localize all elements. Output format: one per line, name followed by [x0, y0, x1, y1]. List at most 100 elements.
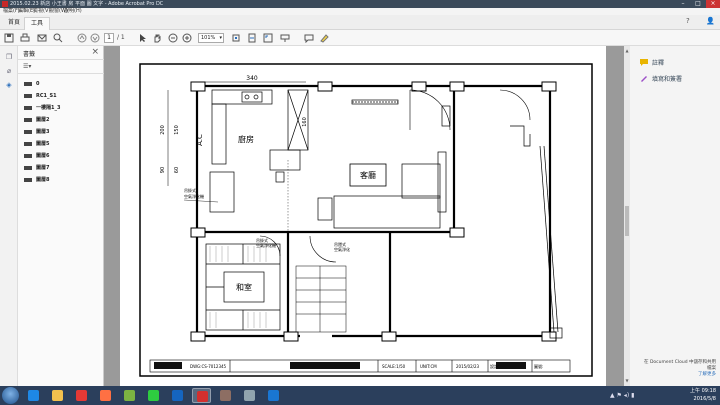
layer-visibility-icon[interactable] [24, 82, 32, 86]
title-drawing-label: 圖號: [534, 363, 543, 369]
menu-view[interactable]: 檢視(V) [33, 8, 50, 15]
zoom-in-icon[interactable] [182, 33, 192, 43]
layer-visibility-icon[interactable] [24, 178, 32, 182]
title-unit: UNIT:CM [420, 364, 437, 369]
taskbar-line-button[interactable] [144, 388, 163, 403]
taskbar-tool-button[interactable] [216, 388, 235, 403]
document-viewport[interactable]: 340 200 150 90 60 160 廚房 A.C 客廳 和室 吊掛式 空… [104, 46, 624, 386]
hand-tool-icon[interactable] [152, 33, 162, 43]
list-item[interactable]: 一樓隔1_3 [18, 102, 104, 114]
comment-icon[interactable] [304, 33, 314, 44]
title-date: 2015/02/23 [456, 364, 480, 369]
system-clock[interactable]: 上午 09:18 2016/5/8 [690, 387, 716, 404]
layer-visibility-icon[interactable] [24, 94, 32, 98]
list-item[interactable]: 圖層2 [18, 114, 104, 126]
tab-bar: 首頁 工具 ? 👤 [0, 15, 720, 30]
fill-sign-tool[interactable]: 填寫和簽署 [640, 74, 682, 83]
search-icon[interactable] [53, 33, 63, 43]
menu-help[interactable]: 說明(H) [64, 8, 82, 15]
keyboard-icon[interactable] [280, 33, 290, 43]
layer-visibility-icon[interactable] [24, 166, 32, 170]
taskbar-media-button[interactable] [120, 388, 139, 403]
options-menu-icon[interactable]: ☰▾ [23, 63, 31, 70]
layer-visibility-icon[interactable] [24, 154, 32, 158]
attachments-icon[interactable]: ⌀ [4, 66, 14, 76]
page-thumbnails-icon[interactable]: ❐ [4, 52, 14, 62]
fill-sign-icon [640, 75, 648, 82]
prev-page-icon[interactable] [77, 33, 87, 43]
tab-tools[interactable]: 工具 [24, 17, 51, 30]
layer-visibility-icon[interactable] [24, 130, 32, 134]
tab-home[interactable]: 首頁 [2, 17, 26, 30]
panel-header: 書籤 × [18, 46, 104, 60]
list-item[interactable]: 圖層3 [18, 126, 104, 138]
title-designer-label: 設計: [490, 363, 499, 369]
list-item[interactable]: 圖層6 [18, 150, 104, 162]
left-dimension-text: 60 [174, 167, 180, 173]
tool-icon [220, 390, 231, 401]
taskbar-paint-button[interactable] [240, 388, 259, 403]
scroll-thumb[interactable] [625, 206, 629, 236]
layers-icon[interactable]: ◈ [4, 80, 14, 90]
acrobat-icon [197, 391, 208, 402]
panel-title: 書籤 [23, 51, 36, 58]
taskbar-chrome-button[interactable] [72, 388, 91, 403]
page-number-input[interactable]: 1 [104, 33, 114, 43]
help-icon[interactable]: ? [686, 17, 690, 25]
redacted-block [290, 362, 360, 369]
comment-bubble-icon [640, 59, 648, 66]
crop-icon[interactable] [231, 33, 241, 43]
taskbar-acrobat-button[interactable] [192, 388, 211, 403]
learn-more-link[interactable]: 了解更多 [630, 372, 716, 378]
close-window-button[interactable]: × [706, 0, 720, 8]
save-icon[interactable] [4, 33, 14, 43]
highlight-pen-icon[interactable] [319, 33, 329, 43]
list-item[interactable]: RC1_S1 [18, 90, 104, 102]
inner-dimension-text: 160 [302, 117, 308, 127]
taskbar-firefox-button[interactable] [96, 388, 115, 403]
taskbar-ie-button[interactable] [24, 388, 43, 403]
user-icon[interactable]: 👤 [706, 17, 715, 25]
zoom-select[interactable]: 101% ▾ [198, 33, 224, 43]
redacted-block [496, 362, 526, 369]
word-icon [268, 390, 279, 401]
door-swings [259, 89, 531, 263]
close-panel-icon[interactable]: × [91, 47, 99, 57]
print-icon[interactable] [20, 33, 30, 43]
firefox-icon [100, 390, 111, 401]
ie-icon [28, 390, 39, 401]
layer-visibility-icon[interactable] [24, 106, 32, 110]
full-screen-icon[interactable] [263, 33, 273, 43]
room-label-kitchen: 廚房 [238, 134, 254, 144]
select-cursor-icon[interactable] [138, 33, 148, 43]
layer-visibility-icon[interactable] [24, 118, 32, 122]
fixture-note: 吊掛式 [184, 187, 196, 193]
start-button[interactable] [2, 387, 19, 404]
kitchen-counter [209, 89, 309, 213]
left-dimension-text: 200 [160, 125, 166, 135]
layer-visibility-icon[interactable] [24, 142, 32, 146]
left-dimension-text: 90 [160, 167, 166, 173]
minimize-button[interactable]: – [676, 0, 690, 8]
comment-tool[interactable]: 註釋 [640, 58, 664, 67]
taskbar-folder-button[interactable] [48, 388, 67, 403]
list-item[interactable]: 圖層8 [18, 174, 104, 186]
redacted-block [154, 362, 182, 369]
fit-page-icon[interactable] [247, 33, 257, 43]
taskbar-outlook-button[interactable] [168, 388, 187, 403]
comment-tool-label: 註釋 [652, 60, 665, 67]
window-title: 2015.02.23 新店 小王書 房 平面 圖 文字 - Adobe Acro… [10, 1, 164, 7]
list-item[interactable]: 0 [18, 78, 104, 90]
next-page-icon[interactable] [90, 33, 100, 43]
fill-sign-tool-label: 填寫和簽署 [652, 76, 683, 83]
layer-list: 0 RC1_S1 一樓隔1_3 圖層2 圖層3 圖層5 圖層6 圖層7 圖層8 [18, 78, 104, 186]
chevron-down-icon: ▾ [219, 35, 222, 41]
zoom-out-icon[interactable] [168, 33, 178, 43]
maximize-button[interactable]: □ [691, 0, 705, 8]
outlook-icon [172, 390, 183, 401]
taskbar-word-button[interactable] [264, 388, 283, 403]
system-tray-icons[interactable]: ▲ ⚑ ◂) ▮ [610, 392, 634, 399]
list-item[interactable]: 圖層7 [18, 162, 104, 174]
email-icon[interactable] [37, 33, 47, 43]
list-item[interactable]: 圖層5 [18, 138, 104, 150]
